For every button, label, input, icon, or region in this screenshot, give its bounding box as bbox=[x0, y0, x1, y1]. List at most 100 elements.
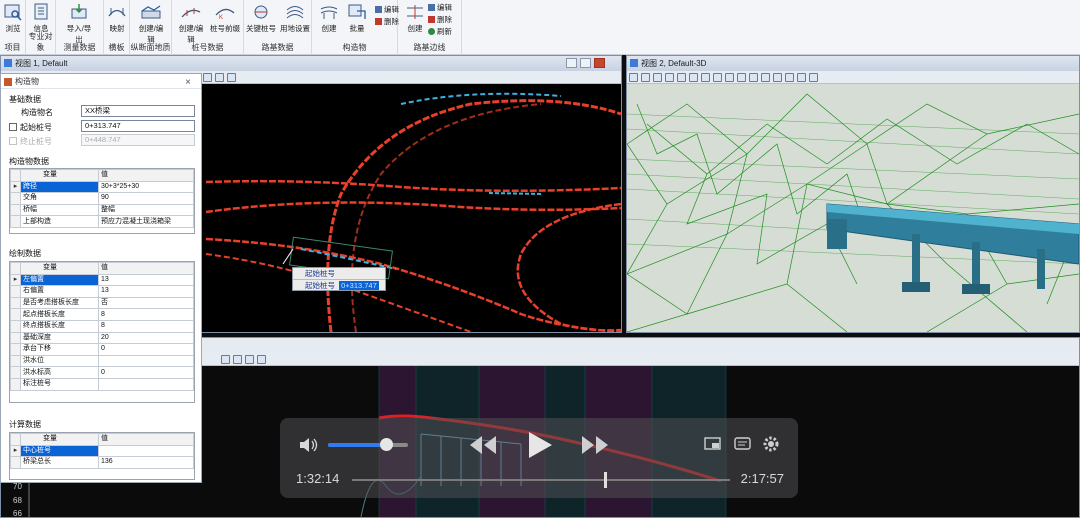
structure-dialog[interactable]: 构造物 × 基础数据 构造物名 XX桥梁 起始桩号 0+313.747 终止桩号… bbox=[0, 73, 202, 483]
row-value[interactable]: 30+3*25+30 bbox=[98, 180, 194, 194]
calc-data-grid[interactable]: 变量值 ▸ 中心桩号 桥梁总长 136 bbox=[9, 432, 195, 480]
row-value[interactable]: 8 bbox=[98, 319, 194, 333]
land-use-button[interactable]: 用地设置 bbox=[280, 3, 310, 34]
zoom-icon[interactable] bbox=[221, 355, 230, 364]
station-prefix-button[interactable]: K 桩号前缀 bbox=[210, 3, 240, 34]
table-row[interactable]: 标注桩号 bbox=[10, 377, 194, 391]
rewind-icon[interactable] bbox=[468, 434, 498, 456]
table-row[interactable]: ▸ 中心桩号 bbox=[10, 444, 194, 458]
view2-window[interactable]: 视图 2, Default-3D bbox=[626, 55, 1080, 333]
table-row[interactable]: 桥梁总长 136 bbox=[10, 456, 194, 469]
table-row[interactable]: 上部构造 预应力混凝土现浇箱梁 bbox=[10, 215, 194, 228]
row-value[interactable]: 90 bbox=[98, 192, 194, 205]
view-mode-icon[interactable] bbox=[629, 73, 638, 82]
grid-icon[interactable] bbox=[233, 355, 242, 364]
volume-icon[interactable] bbox=[298, 436, 318, 454]
fast-forward-icon[interactable] bbox=[580, 434, 610, 456]
close-button[interactable] bbox=[594, 58, 605, 68]
edge-create-button[interactable]: 创建 bbox=[400, 3, 430, 34]
zoom-in-icon[interactable] bbox=[665, 73, 674, 82]
row-value[interactable] bbox=[98, 444, 194, 458]
table-row[interactable]: 是否考虑搭板长度否 bbox=[10, 296, 194, 310]
row-value[interactable] bbox=[98, 377, 194, 391]
start-station-input[interactable]: 0+313.747 bbox=[81, 120, 195, 132]
name-input[interactable]: XX桥梁 bbox=[81, 105, 195, 117]
rotate-icon[interactable] bbox=[641, 73, 650, 82]
row-value[interactable] bbox=[98, 354, 194, 368]
filter-icon[interactable] bbox=[797, 73, 806, 82]
picture-in-picture-icon[interactable] bbox=[704, 436, 722, 452]
zoom-icon[interactable] bbox=[203, 73, 212, 82]
window-zoom-icon[interactable] bbox=[689, 73, 698, 82]
row-value[interactable]: 20 bbox=[98, 331, 194, 345]
end-station-checkbox[interactable] bbox=[9, 137, 17, 145]
table-row[interactable]: 起点搭板长度 8 bbox=[10, 308, 194, 321]
row-value[interactable]: 0 bbox=[98, 366, 194, 379]
mapping-button[interactable]: 映射 bbox=[102, 3, 132, 34]
settings-gear-icon[interactable] bbox=[762, 435, 780, 453]
end-station-input[interactable]: 0+448.747 bbox=[81, 134, 195, 146]
minimize-button[interactable] bbox=[566, 58, 577, 68]
row-value[interactable]: 8 bbox=[98, 308, 194, 321]
export-icon[interactable] bbox=[257, 355, 266, 364]
fit-view-icon[interactable] bbox=[701, 73, 710, 82]
table-row[interactable]: 基础深度 20 bbox=[10, 331, 194, 345]
pan-icon[interactable] bbox=[713, 73, 722, 82]
structure-create-button[interactable]: 创建 bbox=[314, 3, 344, 34]
refresh-icon bbox=[428, 28, 435, 35]
levels-icon[interactable] bbox=[785, 73, 794, 82]
structure-edit-button[interactable]: 编辑 bbox=[375, 4, 399, 15]
tooltip-value[interactable]: 0+313.747 bbox=[339, 281, 379, 290]
display-style-icon[interactable] bbox=[773, 73, 782, 82]
chart-icon[interactable] bbox=[245, 355, 254, 364]
table-row[interactable]: 桥幅 整幅 bbox=[10, 203, 194, 217]
seek-bar[interactable] bbox=[352, 472, 730, 488]
browse-button[interactable]: 浏览 bbox=[0, 3, 26, 34]
row-value[interactable]: 136 bbox=[98, 456, 194, 469]
key-station-button[interactable]: 关键桩号 bbox=[246, 3, 276, 34]
row-value[interactable]: 0 bbox=[98, 343, 194, 356]
row-value[interactable]: 整幅 bbox=[98, 203, 194, 217]
import-export-icon bbox=[71, 4, 87, 19]
pan-icon[interactable] bbox=[215, 73, 224, 82]
camera-icon[interactable] bbox=[761, 73, 770, 82]
draw-data-grid[interactable]: 变量值 ▸ 左偏置 13 右偏置 13 是否考虑搭板长度否 起点搭板长度 8 终点搭板长… bbox=[9, 261, 195, 403]
volume-slider[interactable] bbox=[328, 438, 408, 451]
group-label-survey: 测量数据 bbox=[63, 43, 96, 52]
settings-icon[interactable] bbox=[809, 73, 818, 82]
walk-icon[interactable] bbox=[725, 73, 734, 82]
table-row[interactable]: ▸ 跨径 30+3*25+30 bbox=[10, 180, 194, 194]
table-row[interactable]: 交角 90 bbox=[10, 192, 194, 205]
struct-data-grid[interactable]: 变量值 ▸ 跨径 30+3*25+30 交角 90 桥幅 整幅 上部构造 预应力混凝土现浇… bbox=[9, 168, 195, 234]
structure-batch-button[interactable]: 批量 bbox=[342, 3, 372, 34]
zoom-out-icon[interactable] bbox=[677, 73, 686, 82]
import-export-button[interactable]: 导入/导出 bbox=[64, 3, 94, 45]
edge-delete-button[interactable]: 删除 bbox=[428, 14, 452, 25]
row-value[interactable]: 13 bbox=[98, 273, 194, 287]
info-button[interactable]: 信息 bbox=[26, 3, 56, 34]
row-value[interactable]: 13 bbox=[98, 285, 194, 298]
profile-create-edit-button[interactable]: 创建/编辑 bbox=[136, 3, 166, 45]
table-row[interactable]: 终点搭板长度 8 bbox=[10, 319, 194, 333]
maximize-button[interactable] bbox=[580, 58, 591, 68]
row-value[interactable]: 否 bbox=[98, 296, 194, 310]
select-icon[interactable] bbox=[653, 73, 662, 82]
table-row[interactable]: 右偏置 13 bbox=[10, 285, 194, 298]
edge-refresh-button[interactable]: 刷新 bbox=[428, 26, 452, 37]
row-value[interactable]: 预应力混凝土现浇箱梁 bbox=[98, 215, 194, 228]
undo-view-icon[interactable] bbox=[737, 73, 746, 82]
station-create-edit-button[interactable]: 创建/编辑 bbox=[176, 3, 206, 45]
table-row[interactable]: 洪水标高 0 bbox=[10, 366, 194, 379]
terrain-3d-canvas[interactable] bbox=[627, 84, 1079, 332]
structure-delete-button[interactable]: 删除 bbox=[375, 16, 399, 27]
dialog-close-icon[interactable]: × bbox=[185, 75, 191, 90]
captions-icon[interactable] bbox=[734, 436, 752, 452]
play-icon[interactable] bbox=[526, 430, 554, 460]
table-row[interactable]: ▸ 左偏置 13 bbox=[10, 273, 194, 287]
redo-view-icon[interactable] bbox=[749, 73, 758, 82]
edge-edit-button[interactable]: 编辑 bbox=[428, 2, 452, 13]
table-row[interactable]: 洪水位 bbox=[10, 354, 194, 368]
fit-icon[interactable] bbox=[227, 73, 236, 82]
table-row[interactable]: 承台下移 0 bbox=[10, 343, 194, 356]
start-station-checkbox[interactable] bbox=[9, 123, 17, 131]
